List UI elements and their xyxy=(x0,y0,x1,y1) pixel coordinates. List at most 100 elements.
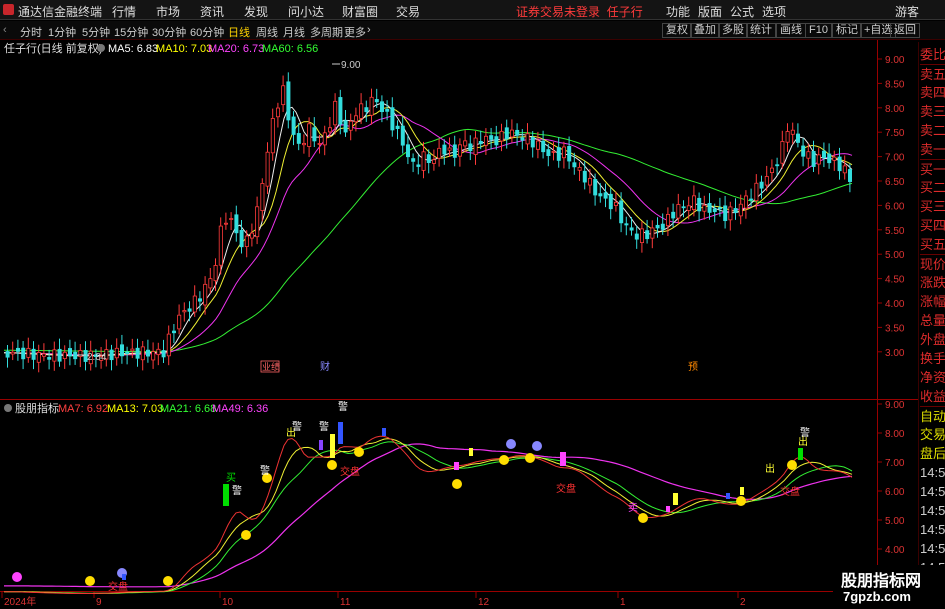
candle-body[interactable] xyxy=(681,206,686,209)
candle-body[interactable] xyxy=(494,136,499,146)
candle-body[interactable] xyxy=(504,127,509,140)
candle-body[interactable] xyxy=(811,151,816,167)
candle-body[interactable] xyxy=(140,346,145,361)
side-item-20[interactable]: 交易 xyxy=(920,425,945,444)
candle-body[interactable] xyxy=(650,227,655,239)
menu-faxian[interactable]: 发现 xyxy=(244,3,268,20)
candle-body[interactable] xyxy=(509,129,514,138)
candle-body[interactable] xyxy=(728,206,733,221)
candle-body[interactable] xyxy=(385,108,390,112)
candle-body[interactable] xyxy=(671,211,676,219)
candle-body[interactable] xyxy=(764,176,769,186)
candle-body[interactable] xyxy=(161,350,166,358)
candle-body[interactable] xyxy=(405,144,410,158)
candle-body[interactable] xyxy=(556,147,561,161)
candle-body[interactable] xyxy=(712,208,717,213)
candle-body[interactable] xyxy=(333,100,338,126)
menu-shichang[interactable]: 市场 xyxy=(156,3,180,20)
tool-duogu[interactable]: 多股 xyxy=(718,23,748,38)
candle-body[interactable] xyxy=(634,233,639,240)
candle-body[interactable] xyxy=(47,357,52,360)
candle-body[interactable] xyxy=(203,283,208,306)
candle-body[interactable] xyxy=(229,218,234,220)
candle-body[interactable] xyxy=(572,162,577,168)
menu-hangqing[interactable]: 行情 xyxy=(112,3,136,20)
candle-body[interactable] xyxy=(244,235,249,247)
candle-body[interactable] xyxy=(166,333,171,357)
candle-body[interactable] xyxy=(281,85,286,106)
candle-body[interactable] xyxy=(130,348,135,352)
candle-body[interactable] xyxy=(78,350,83,357)
candle-body[interactable] xyxy=(842,165,847,174)
candle-body[interactable] xyxy=(353,115,358,123)
candle-body[interactable] xyxy=(608,193,613,210)
candle-body[interactable] xyxy=(801,145,806,157)
candle-body[interactable] xyxy=(702,204,707,212)
candle-body[interactable] xyxy=(686,205,691,211)
more-chevron-icon[interactable]: › xyxy=(367,24,371,36)
candle-body[interactable] xyxy=(837,156,842,172)
candle-body[interactable] xyxy=(255,206,260,238)
guest-user[interactable]: 游客 xyxy=(895,3,919,20)
candle-body[interactable] xyxy=(546,149,551,156)
candle-body[interactable] xyxy=(275,107,280,118)
candle-body[interactable] xyxy=(666,214,671,227)
period-60min[interactable]: 60分钟 xyxy=(190,24,224,40)
candle-body[interactable] xyxy=(312,127,317,142)
candle-body[interactable] xyxy=(62,351,67,359)
candle-body[interactable] xyxy=(655,224,660,229)
candle-body[interactable] xyxy=(411,158,416,162)
candle-body[interactable] xyxy=(286,81,291,121)
candle-body[interactable] xyxy=(707,202,712,213)
candle-body[interactable] xyxy=(223,222,228,225)
candle-body[interactable] xyxy=(567,145,572,162)
menu-caifuquan[interactable]: 财富圈 xyxy=(342,3,378,20)
menu-banmian[interactable]: 版面 xyxy=(698,3,722,20)
menu-jiaoyi[interactable]: 交易 xyxy=(396,3,420,20)
candle-body[interactable] xyxy=(400,125,405,146)
candle-body[interactable] xyxy=(473,137,478,156)
candle-body[interactable] xyxy=(452,144,457,158)
candle-body[interactable] xyxy=(692,195,697,210)
period-1min[interactable]: 1分钟 xyxy=(48,24,76,40)
candle-body[interactable] xyxy=(603,192,608,199)
candle-body[interactable] xyxy=(109,349,114,361)
candle-body[interactable] xyxy=(338,97,343,125)
candlesticks[interactable] xyxy=(5,72,853,373)
candle-body[interactable] xyxy=(629,227,634,231)
candle-body[interactable] xyxy=(68,348,73,357)
period-5min[interactable]: 5分钟 xyxy=(82,24,110,40)
candle-body[interactable] xyxy=(208,278,213,289)
candle-body[interactable] xyxy=(759,181,764,189)
candle-body[interactable] xyxy=(499,130,504,142)
candle-body[interactable] xyxy=(395,125,400,129)
candle-body[interactable] xyxy=(593,179,598,196)
candle-body[interactable] xyxy=(431,159,436,164)
candle-body[interactable] xyxy=(541,140,546,153)
candle-body[interactable] xyxy=(718,207,723,210)
candle-body[interactable] xyxy=(421,151,426,171)
candle-body[interactable] xyxy=(348,120,353,131)
candle-body[interactable] xyxy=(270,118,275,154)
menu-xuanxiang[interactable]: 选项 xyxy=(762,3,786,20)
candle-body[interactable] xyxy=(785,131,790,143)
candle-body[interactable] xyxy=(218,225,223,266)
candle-body[interactable] xyxy=(187,308,192,312)
candle-body[interactable] xyxy=(827,153,832,164)
candle-body[interactable] xyxy=(832,156,837,161)
candle-body[interactable] xyxy=(57,348,62,362)
candle-body[interactable] xyxy=(676,204,681,219)
candle-body[interactable] xyxy=(156,348,161,356)
candle-body[interactable] xyxy=(478,141,483,145)
candle-body[interactable] xyxy=(738,203,743,217)
tool-fuquan[interactable]: 复权 xyxy=(662,23,692,38)
candle-body[interactable] xyxy=(151,351,156,361)
candle-body[interactable] xyxy=(73,351,78,360)
period-30min[interactable]: 30分钟 xyxy=(152,24,186,40)
candle-body[interactable] xyxy=(582,170,587,183)
candle-body[interactable] xyxy=(457,144,462,157)
candle-body[interactable] xyxy=(426,154,431,163)
candle-body[interactable] xyxy=(359,103,364,119)
candle-body[interactable] xyxy=(723,205,728,222)
candle-body[interactable] xyxy=(145,349,150,357)
